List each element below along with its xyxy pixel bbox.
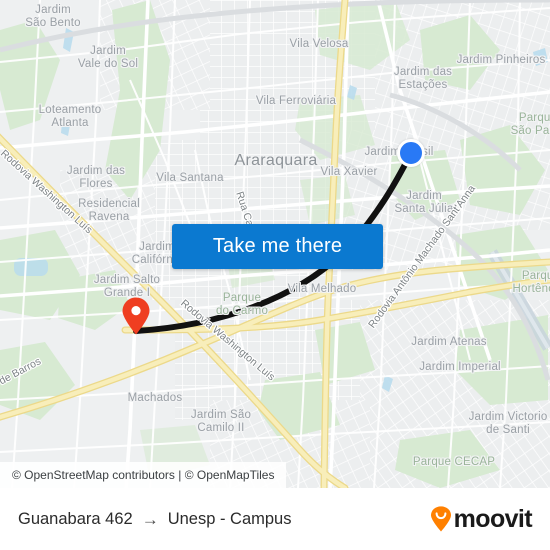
destination-marker[interactable] [397,139,425,167]
moovit-pin-icon [430,506,451,532]
moovit-logo[interactable]: moovit [430,504,533,533]
map-pin-icon [122,297,150,335]
attribution-text: © OpenStreetMap contributors | © OpenMap… [12,468,275,482]
route-destination-label: Unesp - Campus [167,509,292,528]
map-canvas[interactable]: Jardim São Bento Jardim Vale do Sol Vila V… [0,0,550,488]
map-attribution: © OpenStreetMap contributors | © OpenMap… [0,462,287,488]
route-summary: Guanabara 462 → Unesp - Campus [18,510,292,529]
take-me-there-button[interactable]: Take me there [172,224,383,269]
moovit-wordmark: moovit [453,504,533,533]
footer-bar: Guanabara 462 → Unesp - Campus moovit [0,488,550,550]
route-origin-label: Guanabara 462 [18,509,133,528]
arrow-right-icon: → [141,509,159,529]
origin-marker[interactable] [121,297,151,335]
moovit-route-share-card: Jardim São Bento Jardim Vale do Sol Vila V… [0,0,550,550]
